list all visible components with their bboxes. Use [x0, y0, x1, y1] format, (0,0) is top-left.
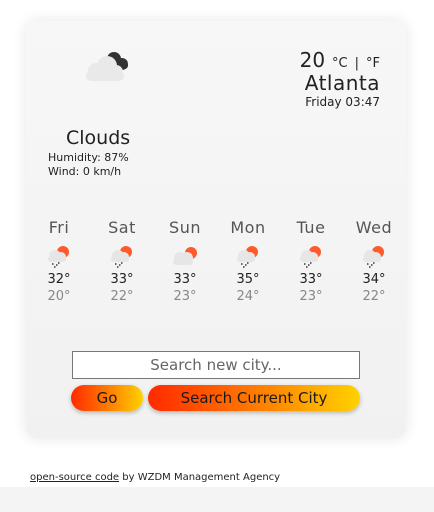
rain-sun-icon: [237, 246, 258, 268]
forecast-day-name: Mon: [230, 218, 266, 237]
go-button[interactable]: Go: [71, 385, 143, 411]
city-search-input[interactable]: [72, 351, 360, 379]
footer: open-source code by WZDM Management Agen…: [30, 472, 280, 483]
rain-sun-icon: [48, 246, 69, 268]
weather-condition: Clouds: [66, 127, 131, 149]
forecast-low: 24°: [236, 289, 260, 304]
forecast-day: Sat 33° 22°: [97, 218, 147, 304]
cloud-sun-icon: [173, 247, 197, 265]
clouds-icon: [86, 52, 128, 81]
forecast-day: Mon 35° 24°: [223, 218, 273, 304]
city-name: Atlanta: [304, 71, 380, 95]
forecast-day: Wed 34° 22°: [349, 218, 399, 304]
current-temperature: 20: [299, 48, 326, 72]
rain-sun-icon: [363, 246, 384, 268]
forecast-day: Tue 33° 23°: [286, 218, 336, 304]
humidity-text: Humidity: 87%: [48, 151, 129, 164]
source-code-link[interactable]: open-source code: [30, 472, 119, 483]
wind-text: Wind: 0 km/h: [48, 165, 122, 178]
forecast-low: 20°: [47, 289, 71, 304]
rain-sun-icon: [300, 246, 321, 268]
forecast-high: 32°: [47, 272, 71, 287]
celsius-toggle[interactable]: °C: [332, 56, 348, 71]
rain-sun-icon: [111, 246, 132, 268]
forecast-day-name: Tue: [296, 218, 326, 237]
forecast-day: Sun 33° 23°: [160, 218, 210, 304]
forecast-high: 33°: [110, 272, 134, 287]
forecast-day-name: Sun: [169, 218, 201, 237]
forecast-high: 33°: [299, 272, 323, 287]
forecast-high: 35°: [236, 272, 260, 287]
weather-card: 20 °C | °F Atlanta Friday 03:47 Clouds H…: [26, 21, 406, 438]
forecast-day-name: Fri: [48, 218, 70, 237]
forecast-high: 33°: [173, 272, 197, 287]
footer-bar: [0, 487, 434, 512]
forecast-day: Fri 32° 20°: [34, 218, 84, 304]
date-time: Friday 03:47: [305, 95, 380, 109]
forecast-low: 23°: [173, 289, 197, 304]
forecast-row: Fri 32° 20° Sat 33° 22° Sun 33° 23° Mon …: [34, 218, 406, 328]
search-current-city-button[interactable]: Search Current City: [148, 385, 360, 411]
unit-separator: |: [354, 56, 360, 71]
forecast-day-name: Wed: [355, 218, 393, 237]
temperature-row: 20 °C | °F: [300, 48, 380, 72]
fahrenheit-toggle[interactable]: °F: [366, 56, 380, 71]
forecast-low: 22°: [362, 289, 386, 304]
forecast-low: 22°: [110, 289, 134, 304]
forecast-low: 23°: [299, 289, 323, 304]
forecast-day-name: Sat: [108, 218, 136, 237]
forecast-high: 34°: [362, 272, 386, 287]
footer-credit: by WZDM Management Agency: [119, 472, 281, 483]
